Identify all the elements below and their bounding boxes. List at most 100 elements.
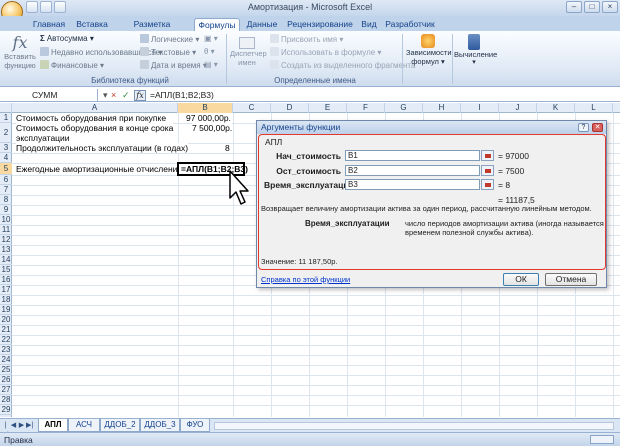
- column-header-i[interactable]: I: [461, 103, 499, 113]
- dropdown-icon[interactable]: ▾: [103, 90, 108, 100]
- column-header-b[interactable]: B: [178, 103, 233, 113]
- create-from-selection-button[interactable]: Создать из выделенного фрагмента: [270, 60, 415, 70]
- cell-a2[interactable]: Стоимость оборудования в конце срока: [16, 123, 174, 133]
- last-sheet-icon[interactable]: ▶|: [26, 421, 33, 430]
- column-header-k[interactable]: K: [537, 103, 575, 113]
- logical-button[interactable]: Логические ▾: [140, 34, 199, 44]
- tab-data[interactable]: Данные: [244, 18, 280, 31]
- horizontal-scrollbar[interactable]: [214, 422, 614, 430]
- column-header-a[interactable]: A: [12, 103, 178, 113]
- prev-sheet-icon[interactable]: ◀: [10, 421, 17, 430]
- tab-developer[interactable]: Разработчик: [384, 18, 436, 31]
- tab-view[interactable]: Вид: [358, 18, 380, 31]
- formula-input[interactable]: =АПЛ(B1;B2;B3): [150, 90, 214, 100]
- row-header[interactable]: 12: [0, 235, 12, 245]
- cell-b3[interactable]: 8: [225, 143, 230, 153]
- row-header[interactable]: 9: [0, 205, 12, 215]
- row-header[interactable]: 13: [0, 245, 12, 255]
- row-header[interactable]: 29: [0, 405, 12, 415]
- row-header[interactable]: 10: [0, 215, 12, 225]
- row-header[interactable]: 5: [0, 163, 12, 175]
- tab-home[interactable]: Главная: [30, 18, 68, 31]
- row-header[interactable]: 21: [0, 325, 12, 335]
- use-in-formula-button[interactable]: Использовать в формуле ▾: [270, 47, 381, 57]
- collapse-dialog-icon[interactable]: [481, 179, 494, 190]
- column-header-l[interactable]: L: [575, 103, 613, 113]
- dependencies-button[interactable]: Зависимости формул ▾: [406, 34, 452, 78]
- autosum-button[interactable]: Σ Автосумма ▾: [40, 34, 94, 43]
- row-header[interactable]: 7: [0, 185, 12, 195]
- collapse-dialog-icon[interactable]: [481, 150, 494, 161]
- sheet-tab-ddob3[interactable]: ДДОБ_3: [140, 419, 180, 432]
- cell-b1[interactable]: 97 000,00р.: [186, 113, 231, 123]
- row-header[interactable]: 6: [0, 175, 12, 185]
- help-icon[interactable]: ?: [578, 123, 589, 132]
- text-functions-button[interactable]: Текстовые ▾: [140, 47, 196, 57]
- row-header[interactable]: 20: [0, 315, 12, 325]
- next-sheet-icon[interactable]: ▶: [18, 421, 25, 430]
- sheet-tab-asch[interactable]: АСЧ: [68, 419, 100, 432]
- column-header-d[interactable]: D: [271, 103, 309, 113]
- tab-page-layout[interactable]: Разметка страницы: [114, 18, 190, 41]
- row-header[interactable]: 25: [0, 365, 12, 375]
- row-header[interactable]: 28: [0, 395, 12, 405]
- close-icon[interactable]: ×: [602, 1, 618, 13]
- assign-name-button[interactable]: Присвоить имя ▾: [270, 34, 343, 44]
- row-header[interactable]: 8: [0, 195, 12, 205]
- first-sheet-icon[interactable]: |◀: [2, 421, 9, 438]
- row-header[interactable]: 17: [0, 285, 12, 295]
- datetime-button[interactable]: Дата и время ▾: [140, 60, 207, 70]
- arg-input-nach-stoimost[interactable]: B1: [345, 150, 480, 161]
- row-header[interactable]: 2: [0, 123, 12, 143]
- collapse-dialog-icon[interactable]: [481, 165, 494, 176]
- column-header-h[interactable]: H: [423, 103, 461, 113]
- row-header[interactable]: 14: [0, 255, 12, 265]
- tab-review[interactable]: Рецензирование: [284, 18, 356, 31]
- row-header[interactable]: 24: [0, 355, 12, 365]
- select-all-corner[interactable]: [0, 103, 12, 113]
- minimize-icon[interactable]: –: [566, 1, 582, 13]
- math-icon[interactable]: θ ▾: [204, 47, 215, 56]
- cell-a3[interactable]: Продолжительность эксплуатации (в годах): [16, 143, 189, 153]
- row-header[interactable]: 27: [0, 385, 12, 395]
- row-header[interactable]: 1: [0, 113, 12, 123]
- row-header[interactable]: 23: [0, 345, 12, 355]
- calculation-button[interactable]: Вычисление ▾: [454, 34, 497, 78]
- cancel-button[interactable]: Отмена: [545, 273, 597, 286]
- column-header-c[interactable]: C: [233, 103, 271, 113]
- name-box[interactable]: СУММ: [0, 89, 98, 102]
- financial-button[interactable]: Финансовые ▾: [40, 60, 104, 70]
- tab-insert[interactable]: Вставка: [72, 18, 112, 31]
- row-header[interactable]: 15: [0, 265, 12, 275]
- sheet-tab-apl[interactable]: АПЛ: [38, 419, 68, 432]
- column-header-j[interactable]: J: [499, 103, 537, 113]
- arg-input-ost-stoimost[interactable]: B2: [345, 165, 480, 176]
- arg-input-vremya[interactable]: B3: [345, 179, 480, 190]
- tab-formulas[interactable]: Формулы: [194, 18, 240, 31]
- row-header[interactable]: 26: [0, 375, 12, 385]
- column-header-g[interactable]: G: [385, 103, 423, 113]
- maximize-icon[interactable]: □: [584, 1, 600, 13]
- cell-a1[interactable]: Стоимость оборудования при покупке: [16, 113, 167, 123]
- row-header[interactable]: 4: [0, 153, 12, 163]
- row-header[interactable]: 19: [0, 305, 12, 315]
- row-header[interactable]: 16: [0, 275, 12, 285]
- row-header[interactable]: 18: [0, 295, 12, 305]
- sheet-tab-fuo[interactable]: ФУО: [180, 419, 210, 432]
- column-header-f[interactable]: F: [347, 103, 385, 113]
- insert-function-icon[interactable]: fx: [134, 90, 146, 101]
- cell-b2[interactable]: 7 500,00р.: [192, 123, 233, 133]
- cell-a5[interactable]: Ежегодные амортизационные отчисления: [16, 164, 183, 174]
- row-header[interactable]: 3: [0, 143, 12, 153]
- sheet-tab-ddob2[interactable]: ДДОБ_2: [100, 419, 140, 432]
- help-link[interactable]: Справка по этой функции: [261, 275, 350, 285]
- insert-function-button[interactable]: fx Вставить функцию: [4, 34, 36, 74]
- name-manager-button[interactable]: Диспетчер имен: [230, 37, 267, 75]
- zoom-control[interactable]: [590, 435, 614, 444]
- more-functions-icon[interactable]: ▣ ▾: [204, 34, 218, 43]
- row-header[interactable]: 11: [0, 225, 12, 235]
- row-header[interactable]: 22: [0, 335, 12, 345]
- lookup-icon[interactable]: ▤ ▾: [204, 60, 218, 69]
- close-icon[interactable]: ✕: [592, 123, 603, 132]
- ok-button[interactable]: ОК: [503, 273, 539, 286]
